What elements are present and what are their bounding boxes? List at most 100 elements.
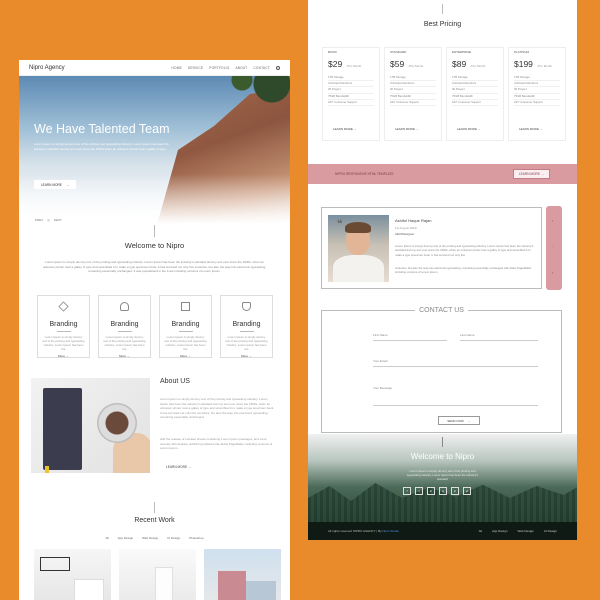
arrow-right-icon: → — [126, 354, 130, 358]
copyright-link[interactable]: Nipro Studio — [382, 529, 399, 533]
card-text: Lorem Ipsum is simply dummy text of the … — [164, 335, 207, 351]
hero-pager: PREV ◎ NEXT — [35, 218, 62, 222]
chevron-down-icon[interactable]: › — [552, 270, 553, 275]
service-card[interactable]: Branding Lorem Ipsum is simply dummy tex… — [220, 295, 273, 358]
card-text: Lorem Ipsum is simply dummy text of the … — [225, 335, 268, 351]
filter-web-design[interactable]: Web Design — [142, 536, 158, 540]
next-link[interactable]: NEXT — [54, 218, 62, 222]
quote-icon: ❝ — [337, 219, 343, 230]
facebook-icon[interactable]: f — [403, 487, 411, 495]
hero-learn-more-button[interactable]: LEARN MORE → — [34, 180, 76, 189]
portfolio-thumb[interactable] — [119, 549, 196, 600]
contact-title: CONTACT US — [322, 307, 561, 314]
chair-graphic — [74, 579, 104, 600]
plan-features: 1TB Storage Unlimited Members 30 Project… — [328, 75, 374, 107]
bookmark-icon — [181, 302, 190, 311]
notebook-graphic — [43, 388, 82, 470]
card-text: Lorem Ipsum is simply dummy text of the … — [42, 335, 85, 351]
arrow-right-icon: → — [248, 354, 252, 358]
send-now-button[interactable]: SEND NOW → — [438, 416, 480, 425]
card-title: Branding — [110, 321, 139, 328]
google-icon[interactable]: g — [439, 487, 447, 495]
hero-button-label: LEARN MORE — [40, 182, 62, 187]
plan-period: /Per Month — [470, 64, 486, 68]
service-card[interactable]: Branding Lorem Ipsum is simply dummy tex… — [98, 295, 151, 358]
twitter-icon[interactable]: t — [415, 487, 423, 495]
top-nav: Nipro Agency HOME SERVICE PORTFOLIO ABOU… — [19, 60, 290, 76]
plan-button-label: LEARN MORE — [519, 127, 539, 131]
search-icon[interactable] — [276, 65, 280, 70]
person-hair — [345, 222, 371, 233]
portfolio-thumb[interactable] — [34, 549, 111, 600]
plan-price: $59 — [390, 59, 405, 69]
youtube-icon[interactable]: yt — [463, 487, 471, 495]
arrow-right-icon: → — [353, 127, 357, 131]
plan-learn-more-button[interactable]: LEARN MORE → — [519, 127, 543, 131]
welcome-title: Welcome to Nipro — [124, 241, 185, 250]
plan-period: /Per Month — [346, 64, 362, 68]
portfolio-filters: All App Design Web Design UI Design Phot… — [19, 536, 290, 540]
linkedin-icon[interactable]: in — [427, 487, 435, 495]
pricing-plan-basic: BASIC $29 /Per Month 1TB Storage Unlimit… — [322, 47, 380, 141]
hero-title: We Have Talented Team — [34, 122, 170, 136]
first-name-field[interactable]: First Name — [373, 333, 447, 341]
about-title: About US — [160, 378, 190, 385]
nav-home[interactable]: HOME — [172, 66, 182, 70]
service-cards: Branding Lorem Ipsum is simply dummy tex… — [37, 295, 273, 358]
plan-learn-more-button[interactable]: LEARN MORE → — [457, 127, 481, 131]
about-image — [31, 378, 150, 473]
prev-link[interactable]: PREV — [35, 218, 43, 222]
filter-all[interactable]: All — [105, 536, 108, 540]
divider — [154, 225, 155, 237]
testimonial-slider-tab[interactable]: ‹ · › — [546, 206, 562, 290]
main-menu: HOME SERVICE PORTFOLIO ABOUT CONTACT — [172, 65, 280, 70]
nav-contact[interactable]: CONTACT — [253, 66, 270, 70]
last-name-field[interactable]: Last Name — [460, 333, 538, 341]
plan-features: 1TB Storage Unlimited Members 30 Project… — [452, 75, 498, 107]
filter-photoshop[interactable]: Photoshop — [189, 536, 203, 540]
footer-link-all[interactable]: All — [479, 529, 482, 533]
arrow-right-icon: → — [187, 465, 192, 469]
plan-price: $29 — [328, 59, 343, 69]
footer-link-web-design[interactable]: Web Design — [518, 529, 534, 533]
nav-portfolio[interactable]: PORTFOLIO — [209, 66, 229, 70]
footer-link-app-design[interactable]: App Design — [492, 529, 508, 533]
card-more-link[interactable]: More → — [38, 354, 89, 358]
instagram-icon[interactable]: in — [451, 487, 459, 495]
plan-learn-more-button[interactable]: LEARN MORE → — [333, 127, 357, 131]
welcome-text: Lorem Ipsum is simply dummy text of the … — [42, 260, 267, 274]
email-field[interactable]: Your Email — [373, 359, 538, 367]
filter-ui-design[interactable]: UI Design — [167, 536, 180, 540]
card-underline — [117, 331, 132, 332]
send-button-label: SEND NOW — [447, 418, 464, 423]
service-card[interactable]: Branding Lorem Ipsum is simply dummy tex… — [159, 295, 212, 358]
pricing-plan-enterprise: ENTERPRISE $89 /Per Month 1TB Storage Un… — [446, 47, 504, 141]
service-card[interactable]: Branding Lorem Ipsum is simply dummy tex… — [37, 295, 90, 358]
about-learn-more-button[interactable]: LEARN MORE → — [166, 465, 191, 469]
nav-service[interactable]: SERVICE — [188, 66, 203, 70]
lamp-graphic — [155, 567, 173, 600]
card-more-link[interactable]: More → — [99, 354, 150, 358]
shelf-graphic — [40, 557, 70, 571]
filter-app-design[interactable]: App Design — [118, 536, 134, 540]
plan-learn-more-button[interactable]: LEARN MORE → — [395, 127, 419, 131]
card-more-link[interactable]: More → — [160, 354, 211, 358]
feature-item: 24/7 Customer Support — [514, 100, 560, 107]
banner-learn-more-button[interactable]: LEARN MORE → — [512, 169, 550, 179]
chevron-up-icon[interactable]: ‹ — [552, 218, 553, 223]
person-shirt — [333, 255, 384, 282]
about-button-label: LEARN MORE — [166, 465, 188, 469]
card-more-link[interactable]: More → — [221, 354, 272, 358]
recent-work-section: Recent Work All App Design Web Design UI… — [19, 500, 290, 600]
social-links: f t in g in yt — [403, 487, 471, 495]
portfolio-thumb[interactable] — [204, 549, 281, 600]
plan-price: $199 — [514, 59, 533, 69]
nav-about[interactable]: ABOUT — [235, 66, 247, 70]
contact-title-text: CONTACT US — [415, 307, 468, 314]
testimonial-text-1: Lorem Ipsum is simply dummy text of the … — [395, 244, 534, 257]
building-graphic-2 — [246, 581, 276, 600]
right-page-preview: Best Pricing BASIC $29 /Per Month 1TB St… — [308, 0, 577, 540]
message-field[interactable]: Your Message — [373, 386, 538, 406]
footer-link-ui-design[interactable]: UI Design — [544, 529, 557, 533]
brand-logo[interactable]: Nipro Agency — [29, 65, 65, 71]
